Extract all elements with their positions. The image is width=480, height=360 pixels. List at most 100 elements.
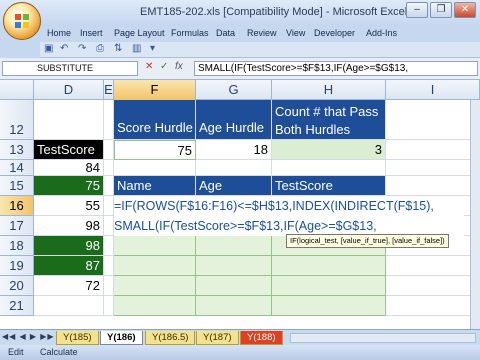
cell-i14[interactable] (386, 160, 480, 176)
testscore-cell[interactable]: 84 (34, 160, 104, 176)
testscore-cell[interactable]: 72 (34, 276, 104, 296)
print-icon[interactable]: ⎙ (96, 43, 104, 54)
tab-developer[interactable]: Developer (314, 28, 355, 38)
cell-i12[interactable] (386, 100, 480, 140)
sheet-nav-arrows-icon[interactable]: ◀◀ ◀ ▶ ▶▶ (2, 332, 55, 341)
column-header-d[interactable]: D (34, 80, 104, 100)
sheet-tab[interactable]: Y(186.5) (145, 331, 196, 345)
cell-i19[interactable] (386, 256, 480, 276)
result-cell[interactable] (114, 256, 196, 276)
column-header-e[interactable]: E (104, 80, 114, 100)
cell-e19[interactable] (104, 256, 114, 276)
horizontal-scrollbar[interactable] (290, 333, 476, 343)
sheet-tab[interactable]: Y(187) (196, 331, 239, 345)
insert-function-icon[interactable]: fx (175, 61, 183, 72)
cell-d12[interactable] (34, 100, 104, 140)
tab-data[interactable]: Data (216, 28, 235, 38)
tab-page-layout[interactable]: Page Layout (114, 28, 165, 38)
undo-icon[interactable]: ↶ (60, 43, 68, 54)
row-header-21[interactable]: 21 (0, 296, 34, 316)
cell-e14[interactable] (104, 160, 114, 176)
customize-icon[interactable]: ▾ (150, 43, 155, 54)
cell-i13[interactable] (386, 140, 480, 160)
cell-e13[interactable] (104, 140, 114, 160)
close-button[interactable]: ✕ (454, 2, 476, 18)
name-box[interactable]: SUBSTITUTE (2, 61, 138, 76)
cell-h14[interactable] (272, 160, 386, 176)
tab-view[interactable]: View (286, 28, 305, 38)
cell-i21[interactable] (386, 296, 480, 316)
row-header-16[interactable]: 16 (0, 196, 34, 216)
testscore-cell-highlighted[interactable]: 98 (34, 236, 104, 256)
sheet-tab-active[interactable]: Y(186) (100, 331, 143, 345)
in-cell-formula-editor[interactable]: =IF(ROWS(F$16:F16)<=$H$13,INDEX(INDIRECT… (114, 196, 464, 236)
results-name-header[interactable]: Name (114, 176, 196, 196)
formula-input[interactable]: SMALL(IF(TestScore>=$F$13,IF(Age>=$G$13, (194, 61, 478, 76)
testscore-cell[interactable]: 98 (34, 216, 104, 236)
tab-home[interactable]: Home (47, 28, 71, 38)
column-header-h[interactable]: H (272, 80, 386, 100)
row-header-20[interactable]: 20 (0, 276, 34, 296)
cell-e15[interactable] (104, 176, 114, 196)
score-hurdle-header[interactable]: Score Hurdle (114, 100, 196, 140)
cell-i15[interactable] (386, 176, 480, 196)
enter-icon[interactable]: ✓ (160, 61, 168, 72)
sheet-tab[interactable]: Y(188) (240, 331, 283, 345)
cell-i20[interactable] (386, 276, 480, 296)
count-pass-value[interactable]: 3 (272, 140, 386, 160)
row-header-12[interactable]: 12 (0, 100, 34, 140)
result-cell[interactable] (196, 256, 272, 276)
cell-e12[interactable] (104, 100, 114, 140)
column-header-g[interactable]: G (196, 80, 272, 100)
results-age-header[interactable]: Age (196, 176, 272, 196)
sort-icon[interactable]: ⇅ (114, 43, 122, 54)
cell-e21[interactable] (104, 296, 114, 316)
age-hurdle-value[interactable]: 18 (196, 140, 272, 160)
redo-icon[interactable]: ↷ (78, 43, 86, 54)
column-header-i[interactable]: I (386, 80, 480, 100)
row-header-19[interactable]: 19 (0, 256, 34, 276)
cancel-icon[interactable]: ✕ (145, 61, 153, 72)
testscore-cell[interactable]: 55 (34, 196, 104, 216)
cell-e17[interactable] (104, 216, 114, 236)
count-pass-header[interactable]: Count # that Pass Both Hurdles (272, 100, 386, 140)
tab-review[interactable]: Review (247, 28, 277, 38)
column-header-f[interactable]: F (114, 80, 196, 100)
testscore-cell-highlighted[interactable]: 75 (34, 176, 104, 196)
result-cell[interactable] (272, 256, 386, 276)
testscore-cell-highlighted[interactable]: 87 (34, 256, 104, 276)
result-cell[interactable] (114, 296, 196, 316)
row-header-15[interactable]: 15 (0, 176, 34, 196)
row-header-14[interactable]: 14 (0, 160, 34, 176)
row-header-18[interactable]: 18 (0, 236, 34, 256)
tab-insert[interactable]: Insert (80, 28, 103, 38)
chart-icon[interactable]: ▥ (132, 43, 141, 54)
row-header-17[interactable]: 17 (0, 216, 34, 236)
result-cell[interactable] (196, 236, 272, 256)
result-cell[interactable] (272, 296, 386, 316)
result-cell[interactable] (196, 296, 272, 316)
cell-f14[interactable] (114, 160, 196, 176)
age-hurdle-header[interactable]: Age Hurdle (196, 100, 272, 140)
cell-g14[interactable] (196, 160, 272, 176)
save-icon[interactable]: ▣ (44, 43, 53, 54)
result-cell[interactable] (196, 276, 272, 296)
result-cell[interactable] (114, 276, 196, 296)
score-hurdle-value[interactable]: 75 (114, 140, 196, 160)
select-all-corner[interactable] (0, 80, 34, 100)
tab-add-ins[interactable]: Add-Ins (366, 28, 397, 38)
cell-e20[interactable] (104, 276, 114, 296)
tab-formulas[interactable]: Formulas (171, 28, 209, 38)
office-button[interactable] (3, 2, 41, 40)
minimize-button[interactable]: – (406, 2, 428, 18)
result-cell[interactable] (272, 276, 386, 296)
sheet-tab[interactable]: Y(185) (56, 331, 99, 345)
vertical-scrollbar[interactable] (470, 100, 480, 344)
result-cell[interactable] (114, 236, 196, 256)
cell-e18[interactable] (104, 236, 114, 256)
testscore-header[interactable]: TestScore (34, 140, 104, 160)
restore-button[interactable]: ❐ (430, 2, 452, 18)
results-testscore-header[interactable]: TestScore (272, 176, 386, 196)
row-header-13[interactable]: 13 (0, 140, 34, 160)
cell-d21[interactable] (34, 296, 104, 316)
